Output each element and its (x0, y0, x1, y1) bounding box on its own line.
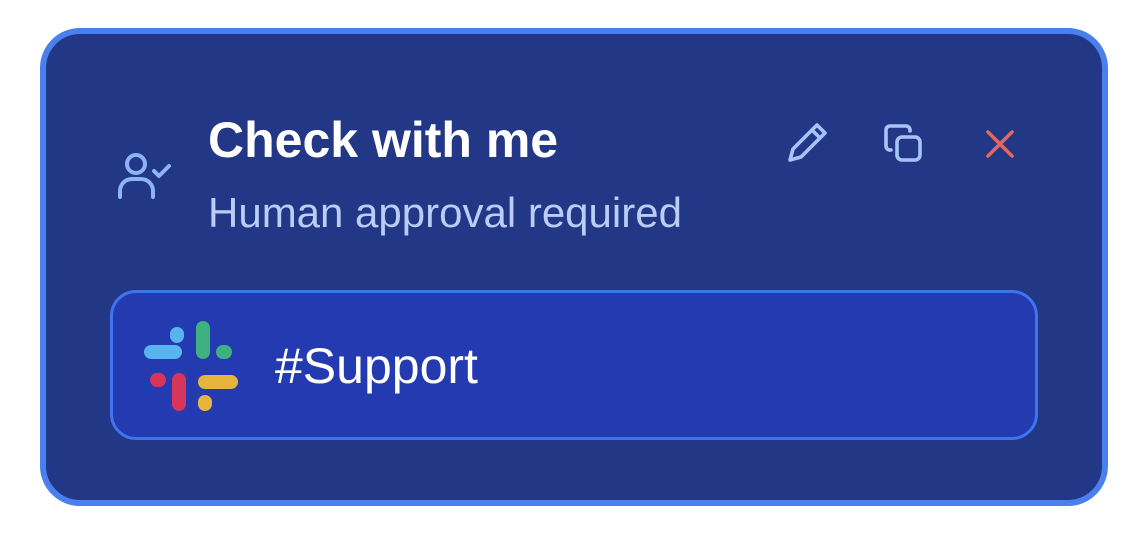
duplicate-button[interactable] (876, 116, 932, 172)
user-check-icon (118, 153, 171, 199)
slack-icon (144, 321, 238, 411)
node-title: Check with me (208, 112, 559, 168)
approval-node-card[interactable]: Check with me Human approval required #S… (40, 28, 1108, 506)
channel-name: #Support (275, 338, 478, 394)
close-icon (986, 130, 1014, 158)
copy-icon (884, 124, 922, 162)
node-subtitle: Human approval required (208, 189, 682, 236)
pencil-icon (788, 123, 827, 162)
delete-button[interactable] (972, 116, 1028, 172)
slack-channel-selector[interactable]: #Support (110, 290, 1038, 440)
edit-button[interactable] (780, 114, 836, 170)
